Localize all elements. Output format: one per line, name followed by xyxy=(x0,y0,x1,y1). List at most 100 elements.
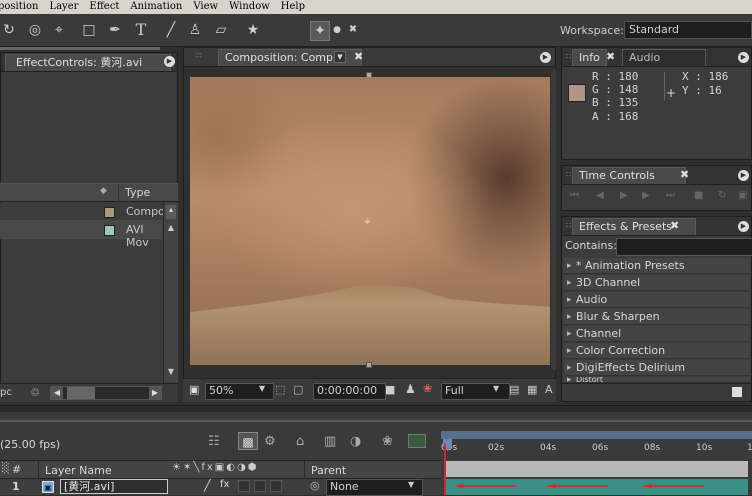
menu-animation[interactable]: Animation xyxy=(130,0,182,14)
work-area-range[interactable] xyxy=(441,431,752,439)
orbit-camera-icon[interactable]: ◎ xyxy=(26,21,44,39)
list-item[interactable]: * Animation Presets xyxy=(564,258,750,274)
play-icon[interactable]: ▶ xyxy=(620,190,628,201)
pan-behind-icon[interactable]: ⌖ xyxy=(50,21,68,39)
quality-icon[interactable]: ╱ xyxy=(204,479,211,492)
graph-editor-icon[interactable] xyxy=(408,434,426,448)
pen-icon[interactable]: ✒ xyxy=(106,21,124,39)
effect-switch-icon[interactable]: fx xyxy=(220,479,229,490)
menu-help[interactable]: Help xyxy=(281,0,305,14)
brainstorm-icon[interactable]: ❀ xyxy=(382,434,393,449)
tag-icon[interactable]: ◆ xyxy=(100,186,116,200)
panel-menu-icon[interactable]: ▶ xyxy=(738,52,749,63)
list-item[interactable]: DigiEffects Delirium xyxy=(564,360,750,376)
parent-column-header[interactable]: Parent xyxy=(304,461,346,480)
close-icon[interactable]: ✖ xyxy=(354,50,363,63)
panel-grip-icon[interactable]: ∷ xyxy=(566,221,571,230)
monitor-icon[interactable]: ▣ xyxy=(189,383,199,396)
panel-grip-icon[interactable]: ∷ xyxy=(566,170,571,179)
switch-box[interactable] xyxy=(270,480,282,492)
comp-mini-flowchart-icon[interactable]: ☷ xyxy=(208,434,220,449)
trash-icon[interactable]: ♲ xyxy=(30,386,40,399)
scroll-thumb[interactable] xyxy=(67,387,95,399)
ram-preview-icon[interactable]: ▣ xyxy=(738,190,747,201)
menu-view[interactable]: View xyxy=(193,0,218,14)
rotate-icon[interactable]: ↻ xyxy=(0,21,18,39)
list-item[interactable]: AVI Mov xyxy=(0,221,162,249)
puppet-pin-icon[interactable]: ★ xyxy=(244,21,262,39)
audio-icon[interactable]: ■ xyxy=(694,190,703,201)
number-column-header[interactable]: # xyxy=(12,463,21,476)
next-frame-icon[interactable]: ▶ xyxy=(642,190,650,201)
list-item[interactable]: Compos xyxy=(0,203,171,221)
composition-viewer[interactable]: ⌖ xyxy=(190,77,550,365)
project-scrollbar[interactable]: ▴ ▲ ▼ xyxy=(163,203,178,383)
new-preset-icon[interactable] xyxy=(732,387,742,397)
scroll-left-icon[interactable]: ◀ xyxy=(51,387,63,399)
menu-window[interactable]: Window xyxy=(229,0,270,14)
time-ruler[interactable]: 00s 02s 04s 06s 08s 10s 1 xyxy=(441,429,752,461)
brush-icon[interactable]: ╱ xyxy=(162,21,180,39)
transparency-grid-icon[interactable]: ▦ xyxy=(527,383,537,396)
active-camera-label[interactable]: A xyxy=(545,383,553,396)
scroll-down-icon[interactable]: ▼ xyxy=(166,367,176,379)
pick-whip-icon[interactable]: ◎ xyxy=(310,479,320,492)
panel-grip-icon[interactable]: ∷ xyxy=(196,51,201,60)
eraser-icon[interactable]: ▱ xyxy=(212,21,230,39)
axis-mode-icon[interactable]: ✦ xyxy=(310,21,330,41)
type-column-header[interactable]: Type xyxy=(118,184,150,202)
timecode-field[interactable]: 0:00:00:00 xyxy=(313,383,386,400)
frame-blending-icon[interactable]: ▥ xyxy=(324,434,336,449)
clone-stamp-icon[interactable]: ♙ xyxy=(186,21,204,39)
tab-time-controls[interactable]: Time Controls xyxy=(572,167,686,184)
list-item[interactable]: 3D Channel xyxy=(564,275,750,291)
list-item[interactable]: Channel xyxy=(564,326,750,342)
motion-blur-icon[interactable]: ◑ xyxy=(350,434,361,449)
panel-grip-icon[interactable]: ∷ xyxy=(566,52,571,61)
tab-info[interactable]: Info xyxy=(572,49,607,66)
horizontal-scrollbar[interactable]: ◀ ▶ xyxy=(50,386,162,400)
search-input[interactable] xyxy=(616,238,752,256)
switch-box[interactable] xyxy=(238,480,250,492)
chevron-down-icon[interactable]: ▼ xyxy=(259,384,265,393)
menu-composition[interactable]: position xyxy=(0,0,38,14)
tab-effect-controls[interactable]: EffectControls: 黄河.avi xyxy=(5,54,171,71)
chevron-down-icon[interactable]: ▼ xyxy=(334,51,346,63)
menu-effect[interactable]: Effect xyxy=(89,0,119,14)
layer-duration-bar[interactable] xyxy=(446,461,748,477)
switches-header-icon[interactable]: ☀✶╲fx▣◐◑⬢ xyxy=(172,462,258,473)
chevron-down-icon[interactable]: ▼ xyxy=(493,384,499,393)
last-frame-icon[interactable]: ⏭ xyxy=(666,190,675,201)
bit-depth-label[interactable]: pc xyxy=(0,387,12,398)
resolution-select[interactable]: Full xyxy=(441,383,510,400)
close-icon[interactable]: ✖ xyxy=(606,50,615,63)
panel-menu-icon[interactable]: ▶ xyxy=(540,52,551,63)
view-axis-icon[interactable]: ✖ xyxy=(344,21,362,39)
layer-name[interactable]: [黄河.avi] xyxy=(60,479,168,494)
snapshot-icon[interactable]: ■ xyxy=(385,383,395,396)
show-snapshot-icon[interactable]: ♟ xyxy=(405,382,416,396)
list-item[interactable]: Audio xyxy=(564,292,750,308)
panel-menu-icon[interactable]: ▶ xyxy=(164,56,175,67)
live-update-icon[interactable]: ▩ xyxy=(238,432,258,450)
first-frame-icon[interactable]: ⏮ xyxy=(570,190,579,201)
scroll-right-icon[interactable]: ▶ xyxy=(149,387,161,399)
list-item[interactable]: Color Correction xyxy=(564,343,750,359)
bottom-handle[interactable] xyxy=(366,362,372,368)
switch-box[interactable] xyxy=(254,480,266,492)
scroll-up-icon[interactable]: ▲ xyxy=(166,223,176,235)
scroll-handle-icon[interactable]: ▴ xyxy=(166,205,176,219)
hide-shy-icon[interactable]: ⌂ xyxy=(296,434,304,449)
region-of-interest-icon[interactable]: ▤ xyxy=(509,383,519,396)
label-column-icon[interactable]: ░ xyxy=(2,463,10,474)
anchor-point-icon[interactable]: ⌖ xyxy=(364,214,371,229)
panel-menu-icon[interactable]: ▶ xyxy=(738,221,749,232)
draft-3d-icon[interactable]: ⚙ xyxy=(264,434,276,449)
menu-layer[interactable]: Layer xyxy=(49,0,78,14)
close-icon[interactable]: ✖ xyxy=(670,219,679,232)
mask-view-icon[interactable]: ▢ xyxy=(293,383,303,396)
work-area-bar[interactable] xyxy=(441,431,752,439)
safe-zones-icon[interactable]: ⬚ xyxy=(275,383,285,396)
channel-icon[interactable]: ❀ xyxy=(423,382,432,395)
panel-menu-icon[interactable]: ▶ xyxy=(738,170,749,181)
